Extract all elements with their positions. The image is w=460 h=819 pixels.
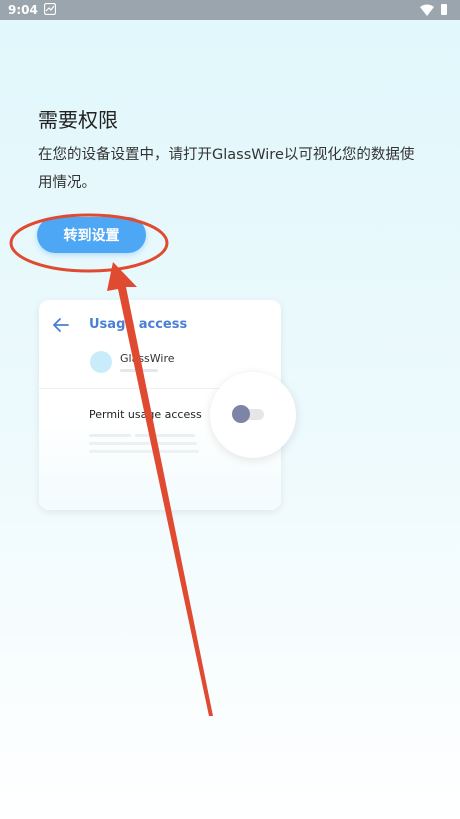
- status-bar: 9:04: [0, 0, 460, 20]
- notification-app-icon: [44, 3, 56, 15]
- battery-icon: [441, 4, 447, 15]
- app-avatar: [90, 351, 112, 373]
- usage-access-toggle-callout: [210, 372, 296, 458]
- permission-title: 需要权限: [38, 108, 118, 132]
- permission-description: 在您的设备设置中，请打开GlassWire以可视化您的数据使用情况。: [38, 147, 415, 191]
- toggle-knob: [232, 405, 250, 423]
- placeholder-line: [120, 369, 158, 372]
- preview-app-name: GlassWire: [120, 352, 175, 365]
- preview-title: Usage access: [89, 317, 188, 332]
- go-to-settings-button[interactable]: 转到设置: [37, 217, 146, 253]
- back-arrow-icon: [53, 318, 69, 332]
- wifi-icon: [420, 4, 434, 16]
- status-time: 9:04: [8, 3, 38, 17]
